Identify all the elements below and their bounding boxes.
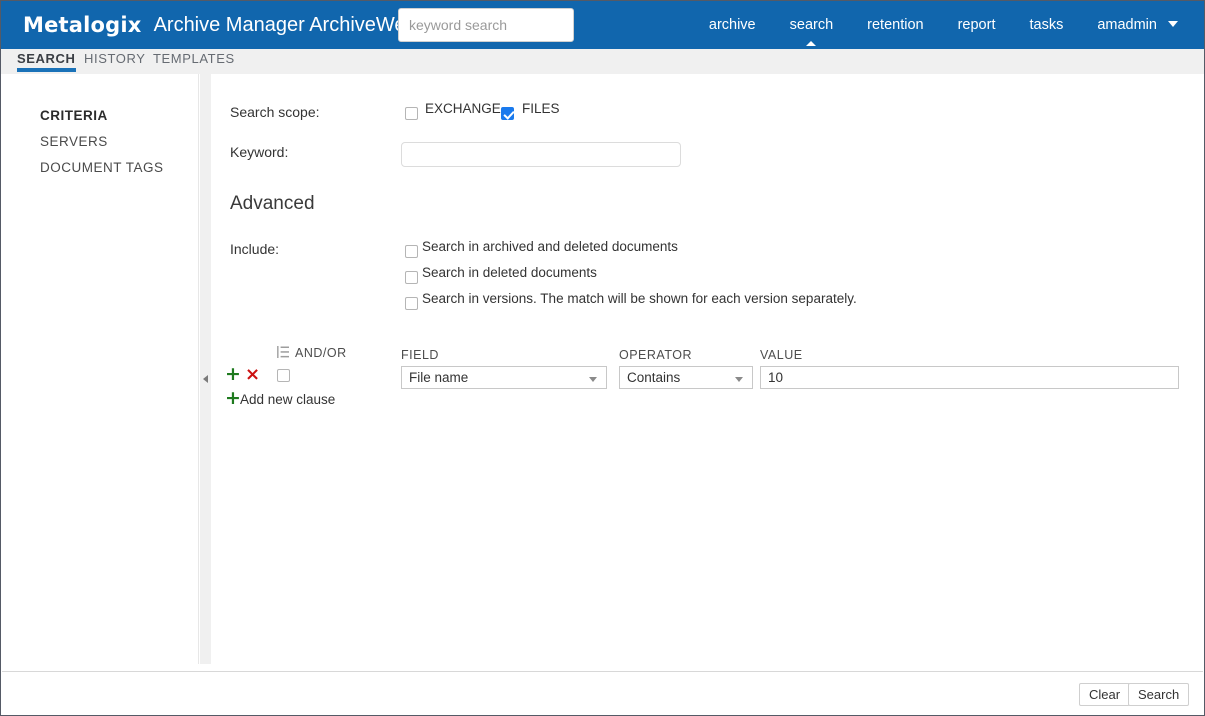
app-title: Archive Manager ArchiveWeb [153,13,417,36]
tab-active-underline [17,68,76,72]
column-header-andor: AND/OR [295,346,347,360]
operator-select[interactable]: Contains [619,366,753,389]
left-sidebar: CRITERIA SERVERS DOCUMENT TAGS [1,74,199,664]
column-header-field: FIELD [401,348,439,362]
top-header-bar: Metalogix Archive Manager ArchiveWeb arc… [1,1,1204,49]
top-navigation: archive search retention report tasks am… [692,1,1186,49]
column-header-operator: OPERATOR [619,348,692,362]
remove-clause-row-x-icon[interactable]: × [245,366,260,384]
checkbox-exchange[interactable] [405,107,418,120]
footer-divider [2,671,1203,672]
metalogix-logo: Metalogix [23,13,142,37]
sidebar-item-servers[interactable]: SERVERS [1,134,108,149]
nav-item-search-label: search [789,17,834,33]
app-window: Metalogix Archive Manager ArchiveWeb arc… [0,0,1205,716]
checkbox-search-deleted-label[interactable]: Search in deleted documents [422,265,597,280]
nav-item-tasks[interactable]: tasks [1029,17,1063,33]
tab-history[interactable]: HISTORY [84,51,146,66]
nav-item-report[interactable]: report [958,17,996,33]
nav-item-search[interactable]: search [789,17,834,46]
checkbox-files[interactable] [501,107,514,120]
checkbox-search-versions[interactable] [405,297,418,310]
tab-strip: SEARCH HISTORY TEMPLATES [1,49,1204,74]
keyword-input[interactable] [401,142,681,167]
checkbox-clause-andor[interactable] [277,369,290,382]
search-scope-label: Search scope: [230,104,320,120]
sidebar-item-criteria[interactable]: CRITERIA [1,108,108,123]
checkbox-exchange-label[interactable]: EXCHANGE [425,101,501,116]
user-menu[interactable]: amadmin [1097,17,1178,33]
chevron-down-icon [589,377,597,382]
nav-item-retention[interactable]: retention [867,17,923,33]
checkbox-search-archived-deleted-label[interactable]: Search in archived and deleted documents [422,239,678,254]
chevron-down-icon [735,377,743,382]
value-input[interactable] [760,366,1179,389]
checkbox-files-label[interactable]: FILES [522,101,560,116]
tab-search-label: SEARCH [17,51,76,66]
list-icon [277,346,289,358]
tab-templates[interactable]: TEMPLATES [153,51,235,66]
field-select[interactable]: File name [401,366,607,389]
sidebar-item-document-tags[interactable]: DOCUMENT TAGS [1,160,164,175]
user-menu-label: amadmin [1097,17,1157,33]
advanced-section-title: Advanced [230,193,315,214]
include-label: Include: [230,241,280,257]
operator-select-value: Contains [627,370,681,385]
checkbox-search-deleted[interactable] [405,271,418,284]
search-criteria-panel: Search scope: EXCHANGE FILES Keyword: Ad… [211,74,1204,664]
clear-button[interactable]: Clear [1079,683,1131,706]
nav-item-archive[interactable]: archive [709,17,756,33]
nav-active-caret-up-icon [806,41,817,46]
tab-search[interactable]: SEARCH [17,51,76,72]
keyword-label: Keyword: [230,144,289,160]
add-new-clause-link[interactable]: Add new clause [240,392,335,407]
collapse-sidebar-arrow-icon[interactable] [203,375,208,383]
checkbox-search-versions-label[interactable]: Search in versions. The match will be sh… [422,291,857,306]
field-select-value: File name [409,370,469,385]
chevron-down-icon [1168,21,1178,27]
column-header-value: VALUE [760,348,803,362]
header-keyword-search-input[interactable] [398,8,574,42]
add-new-clause-plus-icon[interactable]: + [225,389,241,408]
sidebar-splitter[interactable] [200,74,211,664]
checkbox-search-archived-deleted[interactable] [405,245,418,258]
search-button[interactable]: Search [1128,683,1190,706]
add-clause-row-plus-icon[interactable]: + [225,365,241,384]
